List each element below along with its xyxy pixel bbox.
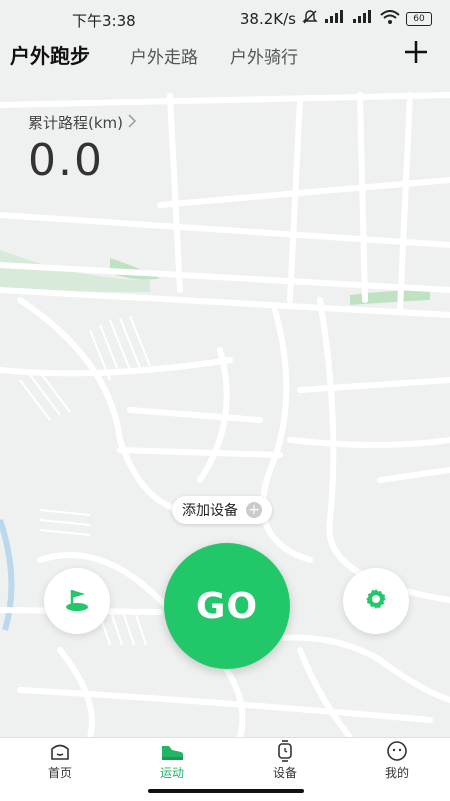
add-device-label: 添加设备: [182, 503, 238, 519]
gear-icon: [364, 587, 388, 615]
plus-circle-icon: +: [246, 502, 262, 518]
watch-icon: [250, 740, 320, 762]
route-flag-button[interactable]: [44, 568, 110, 634]
sport-shoe-icon: [137, 740, 207, 762]
flag-icon: [63, 585, 91, 617]
tab-outdoor-ride[interactable]: 户外骑行: [230, 43, 298, 68]
tab-outdoor-run[interactable]: 户外跑步: [10, 40, 90, 69]
nav-item-mine[interactable]: 我的: [362, 740, 432, 781]
mute-icon: [302, 9, 318, 29]
add-icon[interactable]: [402, 38, 430, 66]
signal-icon: [324, 10, 346, 28]
nav-item-home[interactable]: 首页: [25, 740, 95, 781]
signal-icon-2: [352, 10, 374, 28]
home-icon: [25, 740, 95, 762]
total-distance-value: 0.0: [28, 135, 104, 186]
nav-label-home: 首页: [47, 766, 72, 780]
sport-type-tabs: 户外跑步 户外走路 户外骑行: [0, 36, 450, 76]
network-speed: 38.2K/s: [239, 10, 296, 28]
nav-label-sport: 运动: [159, 766, 184, 780]
tab-outdoor-walk[interactable]: 户外走路: [130, 43, 198, 68]
settings-button[interactable]: [343, 568, 409, 634]
go-button[interactable]: GO: [164, 543, 290, 669]
home-indicator: [148, 789, 304, 793]
status-time: 下午3:38: [72, 12, 136, 30]
chevron-right-icon: [127, 113, 137, 132]
nav-item-device[interactable]: 设备: [250, 740, 320, 781]
status-right-group: 38.2K/s 60: [240, 9, 432, 29]
battery-icon: 60: [406, 12, 432, 26]
total-distance-label: 累计路程(km): [28, 114, 124, 132]
total-distance-panel[interactable]: 累计路程(km) 0.0: [28, 112, 137, 186]
battery-level: 60: [413, 14, 425, 24]
total-distance-label-row[interactable]: 累计路程(km): [28, 112, 137, 133]
wifi-icon: [380, 10, 400, 28]
nav-label-mine: 我的: [384, 766, 409, 780]
add-device-button[interactable]: 添加设备 +: [172, 496, 272, 524]
profile-icon: [362, 740, 432, 762]
nav-item-sport[interactable]: 运动: [137, 740, 207, 781]
nav-label-device: 设备: [272, 766, 297, 780]
status-bar: 下午3:38 38.2K/s 60: [0, 0, 450, 36]
